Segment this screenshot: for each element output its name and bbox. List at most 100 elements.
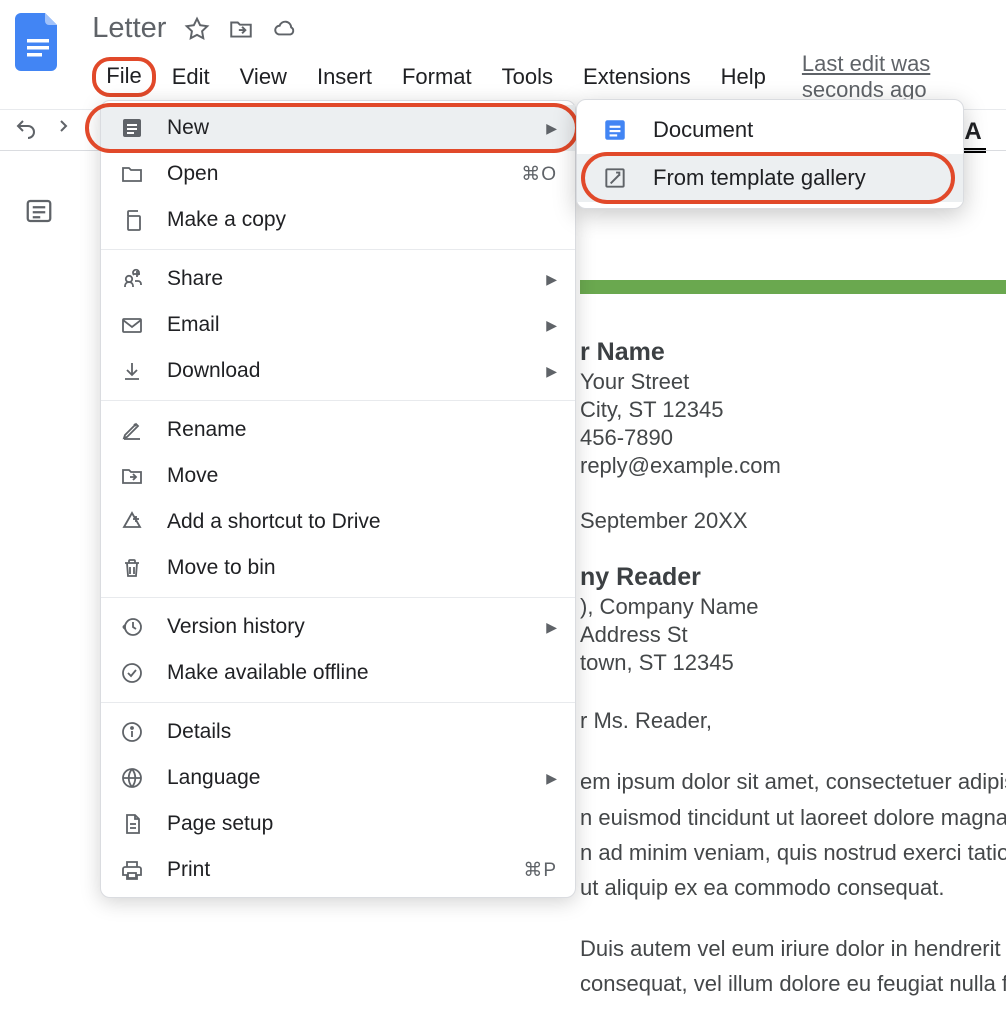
print-shortcut: ⌘P [523, 859, 557, 882]
file-menu-new-label: New [167, 116, 546, 140]
rename-icon [119, 417, 145, 443]
file-menu-version-history-label: Version history [167, 615, 546, 639]
doc-reader-role: ), Company Name [580, 593, 1006, 621]
doc-body-5: Duis autem vel eum iriure dolor in hendr… [580, 931, 1006, 966]
menu-view[interactable]: View [226, 60, 301, 94]
document-title[interactable]: Letter [92, 12, 166, 45]
star-icon[interactable] [184, 16, 210, 42]
file-menu-rename[interactable]: Rename [101, 407, 575, 453]
cloud-status-icon[interactable] [272, 16, 298, 42]
file-menu-add-shortcut[interactable]: Add a shortcut to Drive [101, 499, 575, 545]
file-menu-version-history[interactable]: Version history ▶ [101, 604, 575, 650]
new-document[interactable]: Document [577, 106, 963, 154]
doc-sender-city: City, ST 12345 [580, 396, 1006, 424]
docs-logo[interactable] [14, 8, 62, 76]
file-menu-make-offline-label: Make available offline [167, 661, 557, 685]
new-submenu: Document From template gallery [576, 99, 964, 209]
offline-icon [119, 660, 145, 686]
file-menu-download[interactable]: Download ▶ [101, 348, 575, 394]
app-header: Letter File Edit View Insert Format Tool… [0, 0, 1006, 103]
download-icon [119, 358, 145, 384]
doc-reader-name: ny Reader [580, 561, 1006, 593]
print-icon [119, 857, 145, 883]
doc-body-1: em ipsum dolor sit amet, consectetuer ad… [580, 764, 1006, 799]
doc-sender-street: Your Street [580, 368, 1006, 396]
move-icon [119, 463, 145, 489]
menu-edit[interactable]: Edit [158, 60, 224, 94]
new-from-template[interactable]: From template gallery [577, 154, 963, 202]
template-icon [601, 164, 629, 192]
doc-body-3: n ad minim veniam, quis nostrud exerci t… [580, 835, 1006, 870]
file-menu-print-label: Print [167, 858, 523, 882]
undo-icon[interactable] [14, 117, 38, 148]
file-menu-open[interactable]: Open ⌘O [101, 151, 575, 197]
file-menu-make-copy[interactable]: Make a copy [101, 197, 575, 243]
share-icon [119, 266, 145, 292]
trash-icon [119, 555, 145, 581]
file-menu-make-offline[interactable]: Make available offline [101, 650, 575, 696]
doc-sender-name: r Name [580, 336, 1006, 368]
doc-salutation: r Ms. Reader, [580, 703, 1006, 738]
file-menu-open-label: Open [167, 162, 521, 186]
file-menu-share[interactable]: Share ▶ [101, 256, 575, 302]
file-menu-move[interactable]: Move [101, 453, 575, 499]
doc-body-6: consequat, vel illum dolore eu feugiat n… [580, 966, 1006, 1001]
folder-icon [119, 161, 145, 187]
file-menu-page-setup[interactable]: Page setup [101, 801, 575, 847]
file-menu-details-label: Details [167, 720, 557, 744]
doc-body-4: ut aliquip ex ea commodo consequat. [580, 870, 1006, 905]
file-menu-move-to-bin-label: Move to bin [167, 556, 557, 580]
menu-format[interactable]: Format [388, 60, 486, 94]
page-content[interactable]: r Name Your Street City, ST 12345 456-78… [580, 336, 1006, 1002]
file-menu-new[interactable]: New ▶ [101, 105, 575, 151]
file-menu-page-setup-label: Page setup [167, 812, 557, 836]
docs-icon [601, 116, 629, 144]
chevron-right-icon: ▶ [546, 317, 557, 334]
menu-file[interactable]: File [92, 57, 155, 97]
file-menu-move-to-bin[interactable]: Move to bin [101, 545, 575, 591]
file-menu-details[interactable]: Details [101, 709, 575, 755]
file-menu-print[interactable]: Print ⌘P [101, 847, 575, 893]
menu-insert[interactable]: Insert [303, 60, 386, 94]
open-shortcut: ⌘O [521, 163, 557, 186]
file-menu-share-label: Share [167, 267, 546, 291]
file-menu-add-shortcut-label: Add a shortcut to Drive [167, 510, 557, 534]
menu-help[interactable]: Help [707, 60, 780, 94]
redo-icon[interactable] [46, 117, 70, 148]
chevron-right-icon: ▶ [546, 120, 557, 137]
doc-reader-city: town, ST 12345 [580, 649, 1006, 677]
doc-reader-addr: Address St [580, 621, 1006, 649]
menu-extensions[interactable]: Extensions [569, 60, 705, 94]
email-icon [119, 312, 145, 338]
info-icon [119, 719, 145, 745]
move-to-folder-icon[interactable] [228, 16, 254, 42]
file-menu-email-label: Email [167, 313, 546, 337]
drive-shortcut-icon [119, 509, 145, 535]
file-menu-dropdown: New ▶ Open ⌘O Make a copy Share ▶ Email … [100, 100, 576, 898]
file-menu-move-label: Move [167, 464, 557, 488]
file-menu-rename-label: Rename [167, 418, 557, 442]
file-menu-language[interactable]: Language ▶ [101, 755, 575, 801]
history-icon [119, 614, 145, 640]
page-icon [119, 811, 145, 837]
globe-icon [119, 765, 145, 791]
doc-date: September 20XX [580, 507, 1006, 535]
copy-icon [119, 207, 145, 233]
last-edit-link[interactable]: Last edit was seconds ago [802, 51, 992, 103]
doc-sender-email: reply@example.com [580, 452, 1006, 480]
outline-icon[interactable] [24, 196, 54, 231]
menu-tools[interactable]: Tools [488, 60, 567, 94]
file-menu-download-label: Download [167, 359, 546, 383]
page-top-accent [580, 280, 1006, 294]
doc-body-2: n euismod tincidunt ut laoreet dolore ma… [580, 800, 1006, 835]
file-menu-email[interactable]: Email ▶ [101, 302, 575, 348]
chevron-right-icon: ▶ [546, 271, 557, 288]
chevron-right-icon: ▶ [546, 770, 557, 787]
menubar: File Edit View Insert Format Tools Exten… [92, 45, 992, 103]
chevron-right-icon: ▶ [546, 363, 557, 380]
new-document-label: Document [653, 117, 753, 143]
chevron-right-icon: ▶ [546, 619, 557, 636]
doc-sender-phone: 456-7890 [580, 424, 1006, 452]
document-icon [119, 115, 145, 141]
file-menu-language-label: Language [167, 766, 546, 790]
